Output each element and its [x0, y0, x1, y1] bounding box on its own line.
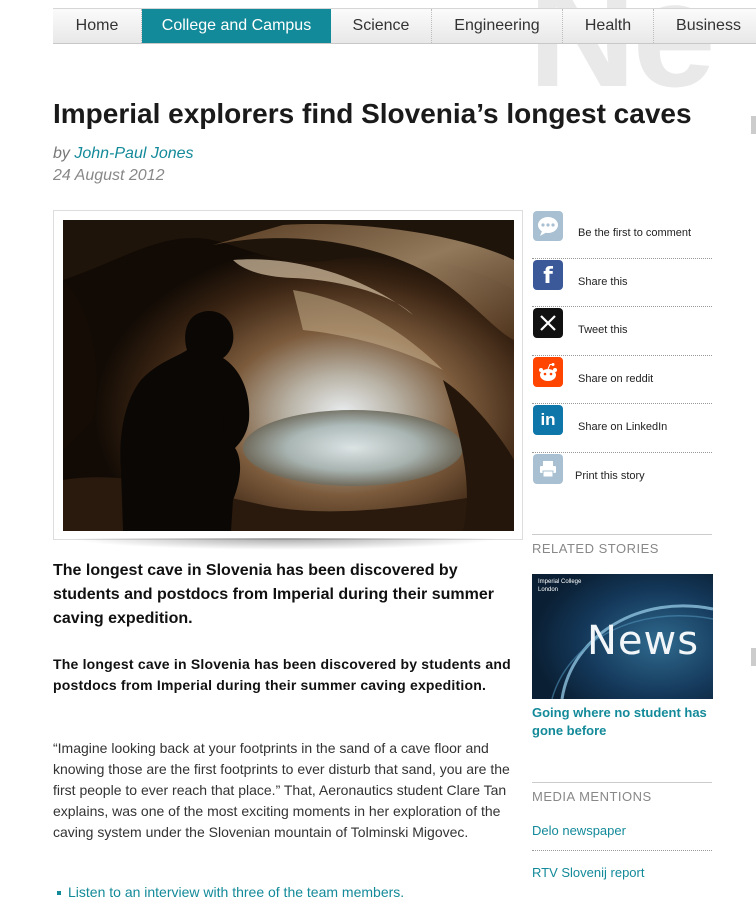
page-edge-marker	[751, 648, 756, 666]
related-story-image[interactable]: Imperial College London News	[532, 574, 713, 699]
share-label-linkedin: Share on LinkedIn	[578, 421, 668, 434]
news-card-brand: Imperial College London	[538, 578, 581, 594]
nav-item-home[interactable]: Home	[53, 9, 142, 43]
reddit-icon	[533, 356, 563, 387]
byline: by John-Paul Jones	[53, 145, 194, 163]
article-title: Imperial explorers find Slovenia’s longe…	[53, 98, 692, 129]
news-card-word: News	[587, 618, 700, 664]
cave-photo-illustration	[63, 220, 514, 531]
share-label-reddit: Share on reddit	[578, 372, 654, 385]
news-card-brand-line1: Imperial College	[538, 579, 582, 585]
x-icon	[533, 308, 563, 339]
publish-date: 24 August 2012	[53, 167, 165, 184]
share-panel: Be the first to comment f Share this Twe…	[532, 210, 712, 502]
byline-prefix: by	[53, 145, 75, 162]
article-figure	[53, 210, 523, 540]
related-stories-heading: RELATED STORIES	[532, 534, 712, 556]
author-link[interactable]: John-Paul Jones	[74, 145, 193, 162]
comment-icon	[533, 211, 563, 241]
page-edge-marker	[751, 116, 756, 134]
facebook-icon: f	[533, 259, 563, 290]
mention-link-rtv[interactable]: RTV Slovenij report	[532, 865, 712, 892]
article-paragraph: “Imagine looking back at your footprints…	[53, 740, 510, 840]
share-row-linkedin[interactable]: in Share on LinkedIn	[532, 404, 712, 453]
nav-item-health[interactable]: Health	[563, 9, 654, 43]
interview-link-item[interactable]: Listen to an interview with three of the…	[57, 884, 404, 900]
bullet-icon	[57, 891, 61, 896]
mention-link-delo[interactable]: Delo newspaper	[532, 823, 712, 851]
share-row-facebook[interactable]: f Share this	[532, 259, 712, 308]
article-lead: The longest cave in Slovenia has been di…	[53, 562, 494, 627]
media-mentions-heading: MEDIA MENTIONS	[532, 782, 712, 804]
share-label-print: Print this story	[575, 469, 645, 482]
related-story-link[interactable]: Going where no student has gone before	[532, 704, 712, 740]
nav-item-college-and-campus[interactable]: College and Campus	[142, 9, 331, 43]
article-summary: The longest cave in Slovenia has been di…	[53, 656, 511, 693]
share-label-facebook: Share this	[578, 275, 628, 288]
share-label-x: Tweet this	[578, 324, 628, 337]
share-row-comment[interactable]: Be the first to comment	[532, 210, 712, 259]
share-row-print[interactable]: Print this story	[532, 453, 712, 502]
share-label-comment: Be the first to comment	[578, 227, 692, 239]
main-nav: Home College and Campus Science Engineer…	[53, 8, 756, 44]
nav-item-science[interactable]: Science	[331, 9, 432, 43]
print-icon	[533, 453, 563, 484]
nav-item-engineering[interactable]: Engineering	[432, 9, 563, 43]
nav-item-business[interactable]: Business	[654, 9, 756, 43]
linkedin-icon: in	[533, 405, 563, 436]
share-row-x[interactable]: Tweet this	[532, 307, 712, 356]
share-row-reddit[interactable]: Share on reddit	[532, 356, 712, 405]
interview-link[interactable]: Listen to an interview with three of the…	[68, 884, 404, 900]
cave-photo	[63, 220, 514, 531]
figure-shadow	[70, 538, 500, 550]
news-card-brand-line2: London	[538, 587, 559, 593]
